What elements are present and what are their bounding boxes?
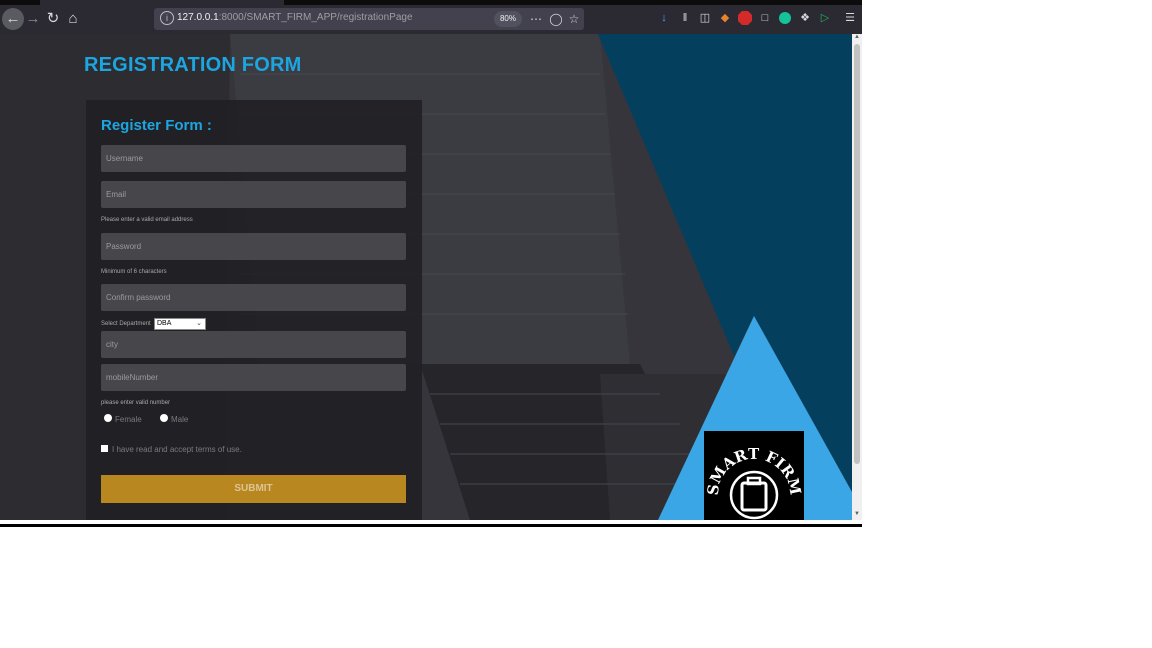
- scroll-up-icon[interactable]: ▲: [852, 34, 862, 40]
- terms-label: I have read and accept terms of use.: [112, 445, 242, 454]
- female-label: Female: [115, 415, 142, 424]
- downloads-icon[interactable]: ↓: [657, 11, 671, 25]
- url-bar[interactable]: i 127.0.0.1:8000/SMART_FIRM_APP/registra…: [154, 8, 584, 30]
- svg-text:SMART FIRM: SMART FIRM: [704, 445, 804, 497]
- site-info-icon[interactable]: i: [160, 11, 174, 25]
- mobile-number-input[interactable]: mobileNumber: [101, 364, 406, 391]
- logo-graphic: SMART FIRM: [704, 445, 804, 520]
- chevron-down-icon: ⌄: [196, 320, 202, 327]
- city-input[interactable]: city: [101, 331, 406, 358]
- window-bottom-edge: [0, 520, 862, 527]
- browser-toolbar: ← → ↻ ⌂ i 127.0.0.1:8000/SMART_FIRM_APP/…: [0, 5, 862, 34]
- extension-diamond-icon[interactable]: ❖: [798, 11, 812, 25]
- registration-form: Register Form : Username Email Please en…: [86, 100, 422, 520]
- back-icon[interactable]: ←: [2, 8, 24, 30]
- smart-firm-logo: SMART FIRM: [704, 431, 804, 520]
- form-heading: Register Form :: [101, 117, 212, 134]
- sidebar-icon[interactable]: ◫: [698, 11, 712, 25]
- extension-grammarly-icon[interactable]: [778, 11, 792, 25]
- username-input[interactable]: Username: [101, 145, 406, 172]
- extension-play-icon[interactable]: ▷: [818, 11, 832, 25]
- password-hint: Minimum of 6 characters: [101, 269, 167, 275]
- confirm-password-input[interactable]: Confirm password: [101, 284, 406, 311]
- submit-button[interactable]: SUBMIT: [101, 475, 406, 503]
- female-radio[interactable]: [104, 414, 112, 422]
- page-scrollbar[interactable]: ▲ ▼: [852, 34, 862, 520]
- extension-box-icon[interactable]: □: [758, 11, 772, 25]
- home-icon[interactable]: ⌂: [62, 8, 84, 30]
- page-actions-icon[interactable]: ⋯: [528, 10, 544, 28]
- menu-icon[interactable]: ☰: [843, 11, 857, 25]
- mobile-hint: please enter valid number: [101, 400, 171, 406]
- pocket-icon[interactable]: ◯: [548, 10, 564, 28]
- page-title: REGISTRATION FORM: [84, 54, 302, 76]
- url-text[interactable]: 127.0.0.1:8000/SMART_FIRM_APP/registrati…: [177, 12, 413, 23]
- scrollbar-thumb[interactable]: [854, 44, 860, 464]
- web-page: REGISTRATION FORM Register Form : Userna…: [0, 34, 852, 520]
- terms-checkbox[interactable]: [101, 445, 108, 452]
- department-value: DBA: [157, 320, 172, 327]
- male-label: Male: [171, 415, 189, 424]
- male-radio[interactable]: [160, 414, 168, 422]
- department-label: Select Department: [101, 321, 151, 327]
- extension-shield-icon[interactable]: ◆: [718, 11, 732, 25]
- forward-icon[interactable]: →: [22, 8, 44, 30]
- password-input[interactable]: Password: [101, 233, 406, 260]
- extension-abp-icon[interactable]: [738, 11, 752, 25]
- email-hint: Please enter a valid email address: [101, 217, 193, 223]
- scroll-down-icon[interactable]: ▼: [852, 511, 862, 517]
- browser-window: ← → ↻ ⌂ i 127.0.0.1:8000/SMART_FIRM_APP/…: [0, 0, 862, 527]
- email-input[interactable]: Email: [101, 181, 406, 208]
- bookmark-star-icon[interactable]: ☆: [566, 10, 582, 28]
- department-select[interactable]: DBA ⌄: [154, 318, 206, 330]
- zoom-level-badge[interactable]: 80%: [494, 11, 522, 27]
- reload-icon[interactable]: ↻: [42, 8, 64, 30]
- library-icon[interactable]: ‖: [678, 11, 692, 25]
